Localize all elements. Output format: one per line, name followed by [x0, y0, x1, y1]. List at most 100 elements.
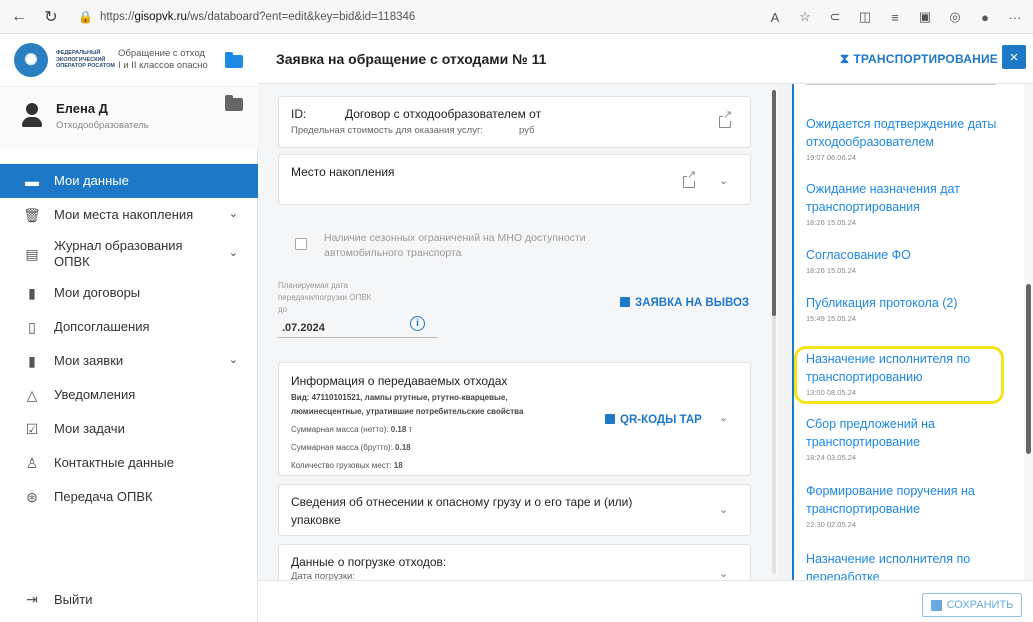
favorite-icon[interactable]: ☆	[793, 5, 817, 29]
sidebar-item-addendums[interactable]: ▯ Допсоглашения	[0, 310, 258, 344]
planned-date-label-line3: до	[278, 305, 288, 314]
external-link-icon[interactable]	[719, 110, 733, 128]
waste-masses: Суммарная масса (нетто): 0.18 т Суммарна…	[291, 421, 412, 475]
history-item-title: Назначение исполнителя по переработке	[806, 552, 971, 580]
lock-icon: 🔒	[78, 10, 93, 24]
history-item[interactable]: Ожидается подтверждение даты отходообраз…	[806, 115, 1011, 162]
history-item-title: Ожидание назначения дат транспортировани…	[806, 182, 960, 214]
extensions-icon[interactable]: ⊂	[823, 5, 847, 29]
form-footer: СОХРАНИТЬ	[258, 580, 1033, 622]
contract-id-label: ID:	[291, 107, 307, 121]
waste-type: Вид: 47110101521, лампы ртутные, ртутно-…	[291, 391, 591, 419]
transfer-icon: ⊛	[26, 488, 38, 505]
user-profile[interactable]: Елена Д Отходообразователь	[0, 86, 258, 148]
contract-limit-unit: руб	[519, 125, 535, 136]
export-request-label: ЗАЯВКА НА ВЫВОЗ	[635, 297, 750, 309]
transport-button[interactable]: ⧗ ТРАНСПОРТИРОВАНИЕ	[840, 51, 998, 67]
favorites-icon[interactable]: ≡	[883, 5, 907, 29]
back-icon[interactable]: ←	[6, 4, 32, 30]
sidebar-item-contacts[interactable]: ♙ Контактные данные	[0, 446, 258, 480]
history-item[interactable]: Публикация протокола (2) 15:49 15.05.24	[806, 294, 1011, 323]
folder-icon[interactable]	[225, 95, 243, 111]
reload-icon[interactable]: ↻	[38, 4, 64, 30]
chevron-down-icon[interactable]: ⌄	[719, 503, 728, 516]
history-item-highlighted[interactable]: Назначение исполнителя по транспортирова…	[806, 350, 1011, 397]
bin-icon: 🗑	[23, 206, 41, 223]
copilot-icon[interactable]: ◎	[943, 5, 967, 29]
logout-button[interactable]: ⇥ Выйти	[0, 582, 258, 616]
seasonal-checkbox[interactable]	[295, 238, 307, 250]
history-scrollbar-thumb[interactable]	[1026, 284, 1031, 454]
planned-date-label-line1: Планируемая дата	[278, 281, 348, 290]
logout-label: Выйти	[54, 591, 93, 607]
address-bar[interactable]: 🔒 https://gisopvk.ru/ws/databoard?ent=ed…	[72, 5, 812, 29]
requests-icon: ▮	[28, 352, 36, 369]
history-item-title: Сбор предложений на транспортирование	[806, 417, 936, 449]
qr-codes-button[interactable]: QR-КОДЫ ТАР	[605, 414, 702, 426]
browser-toolbar: ← ↻ 🔒 https://gisopvk.ru/ws/databoard?en…	[0, 0, 1033, 34]
save-button[interactable]: СОХРАНИТЬ	[922, 593, 1022, 617]
history-item[interactable]: Ожидание назначения дат транспортировани…	[806, 180, 1011, 227]
sidebar-item-transfer[interactable]: ⊛ Передача ОПВК	[0, 480, 258, 514]
loading-card[interactable]: Данные о погрузке отходов: Дата погрузки…	[278, 544, 751, 580]
chevron-down-icon: ⌄	[228, 354, 238, 366]
status-history-panel: Ожидается подтверждение даты отходообраз…	[792, 84, 1024, 580]
sidebar-item-tasks[interactable]: ☑ Мои задачи	[0, 412, 258, 446]
planned-date-label-line2: передачи/погрузки ОПВК	[278, 293, 372, 302]
sidebar-item-accumulation-places[interactable]: 🗑 Мои места накопления ⌄	[0, 198, 258, 232]
history-item[interactable]: Назначение исполнителя по переработке	[806, 550, 1011, 580]
chevron-down-icon[interactable]: ⌄	[719, 567, 728, 580]
split-icon[interactable]: ◫	[853, 5, 877, 29]
more-icon[interactable]: ···	[1003, 5, 1027, 29]
history-item-time: 19:07 06.06.24	[806, 153, 857, 162]
page-title: Заявка на обращение с отходами № 11	[276, 51, 547, 67]
chevron-down-icon: ⌄	[228, 208, 238, 220]
user-name: Елена Д	[56, 101, 108, 116]
loading-title: Данные о погрузке отходов:	[291, 555, 447, 569]
portal-subtitle: Обращение с отход I и II классов опасно	[118, 48, 208, 72]
history-item[interactable]: Сбор предложений на транспортирование 18…	[806, 415, 1011, 462]
sidebar-item-label: Мои заявки	[54, 353, 124, 368]
contract-title: Договор с отходообразователем от	[345, 107, 542, 121]
sidebar-item-contracts[interactable]: ▮ Мои договоры	[0, 276, 258, 310]
chevron-down-icon[interactable]: ⌄	[719, 411, 728, 424]
sidebar-item-label: Журнал образования ОПВК	[54, 238, 183, 269]
history-item[interactable]: Формирование поручения на транспортирова…	[806, 482, 1011, 529]
close-button[interactable]: ×	[1002, 45, 1026, 69]
sidebar-item-notifications[interactable]: △ Уведомления	[0, 378, 258, 412]
sidebar-item-label: Уведомления	[54, 387, 136, 402]
export-request-button[interactable]: ЗАЯВКА НА ВЫВОЗ	[620, 297, 749, 309]
planned-date-input[interactable]: .07.2024 i	[278, 316, 438, 338]
hazard-title-line2: упаковке	[291, 513, 341, 527]
net-mass-value: 0.18	[390, 425, 407, 434]
collections-icon[interactable]: ▣	[913, 5, 937, 29]
sidebar-item-requests[interactable]: ▮ Мои заявки ⌄	[0, 344, 258, 378]
form-scrollbar-thumb[interactable]	[772, 90, 776, 316]
history-item-time: 18:26 15.05.24	[806, 218, 857, 227]
info-icon[interactable]: i	[410, 316, 425, 331]
journal-icon: ▤	[25, 245, 39, 262]
read-aloud-icon[interactable]: A	[763, 5, 787, 29]
profile-icon[interactable]: ●	[973, 5, 997, 29]
url-path: /ws/databoard?ent=edit&key=bid&id=118346	[186, 11, 416, 23]
sidebar-item-my-data[interactable]: ▬ Мои данные	[0, 164, 258, 198]
history-item-time: 13:00 08.05.24	[806, 388, 857, 397]
history-item[interactable]: Согласование ФО 18:26 15.05.24	[806, 246, 1011, 275]
places-value: 18	[393, 461, 403, 470]
net-mass-unit: т	[408, 425, 413, 434]
history-item-time: 18:26 15.05.24	[806, 266, 857, 275]
accumulation-card[interactable]: Место накопления ⌄	[278, 154, 751, 205]
hourglass-icon: ⧗	[840, 51, 850, 66]
sidebar-item-label: Допсоглашения	[54, 319, 150, 334]
waste-type-line2: люминесцентные, утратившие потребительск…	[291, 407, 524, 416]
history-scrollbar[interactable]	[1024, 84, 1033, 580]
hazard-card[interactable]: Сведения об отнесении к опасному грузу и…	[278, 484, 751, 536]
history-item-time: 18:24 03.05.24	[806, 453, 857, 462]
folder-icon: ▬	[25, 173, 39, 189]
external-link-icon[interactable]	[683, 170, 697, 188]
user-role: Отходообразователь	[56, 120, 149, 131]
sidebar-item-journal[interactable]: ▤ Журнал образования ОПВК ⌄	[0, 232, 258, 276]
chevron-down-icon[interactable]: ⌄	[719, 174, 728, 187]
sidebar-item-label: Мои задачи	[54, 421, 125, 436]
folder-icon[interactable]	[225, 52, 243, 68]
